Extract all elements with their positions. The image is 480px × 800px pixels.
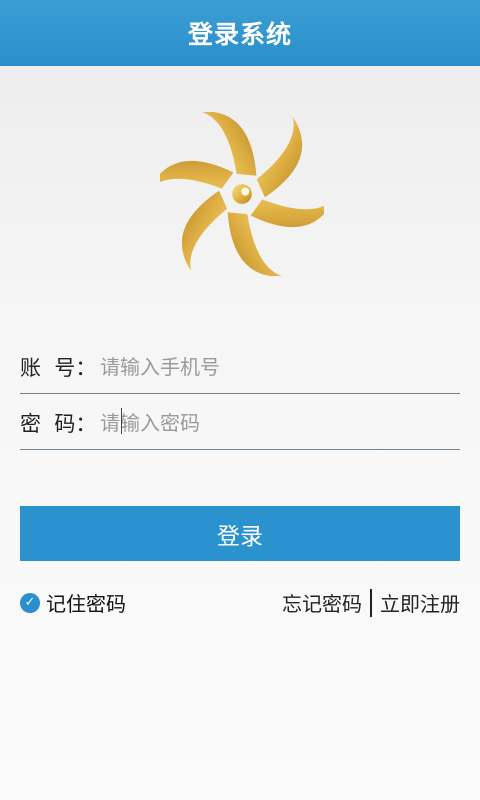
text-caret bbox=[121, 408, 122, 434]
account-links: 忘记密码 立即注册 bbox=[282, 588, 460, 617]
remember-password-toggle[interactable]: ✓ 记住密码 bbox=[20, 588, 126, 617]
page-title: 登录系统 bbox=[187, 20, 292, 49]
forgot-password-link[interactable]: 忘记密码 bbox=[282, 588, 362, 617]
password-label: 密 码： bbox=[20, 411, 97, 436]
account-label: 账 号： bbox=[20, 355, 97, 380]
link-divider bbox=[370, 588, 372, 617]
password-field: 密 码： bbox=[20, 396, 460, 450]
app-logo bbox=[160, 112, 324, 276]
account-field: 账 号： bbox=[20, 340, 460, 394]
login-button[interactable]: 登录 bbox=[20, 506, 460, 561]
login-button-label: 登录 bbox=[217, 523, 263, 550]
register-link[interactable]: 立即注册 bbox=[380, 588, 460, 617]
remember-password-label: 记住密码 bbox=[46, 592, 126, 616]
app-header: 登录系统 bbox=[0, 0, 480, 66]
account-input[interactable] bbox=[100, 354, 460, 379]
check-icon: ✓ bbox=[20, 592, 40, 613]
password-input[interactable] bbox=[100, 410, 460, 435]
